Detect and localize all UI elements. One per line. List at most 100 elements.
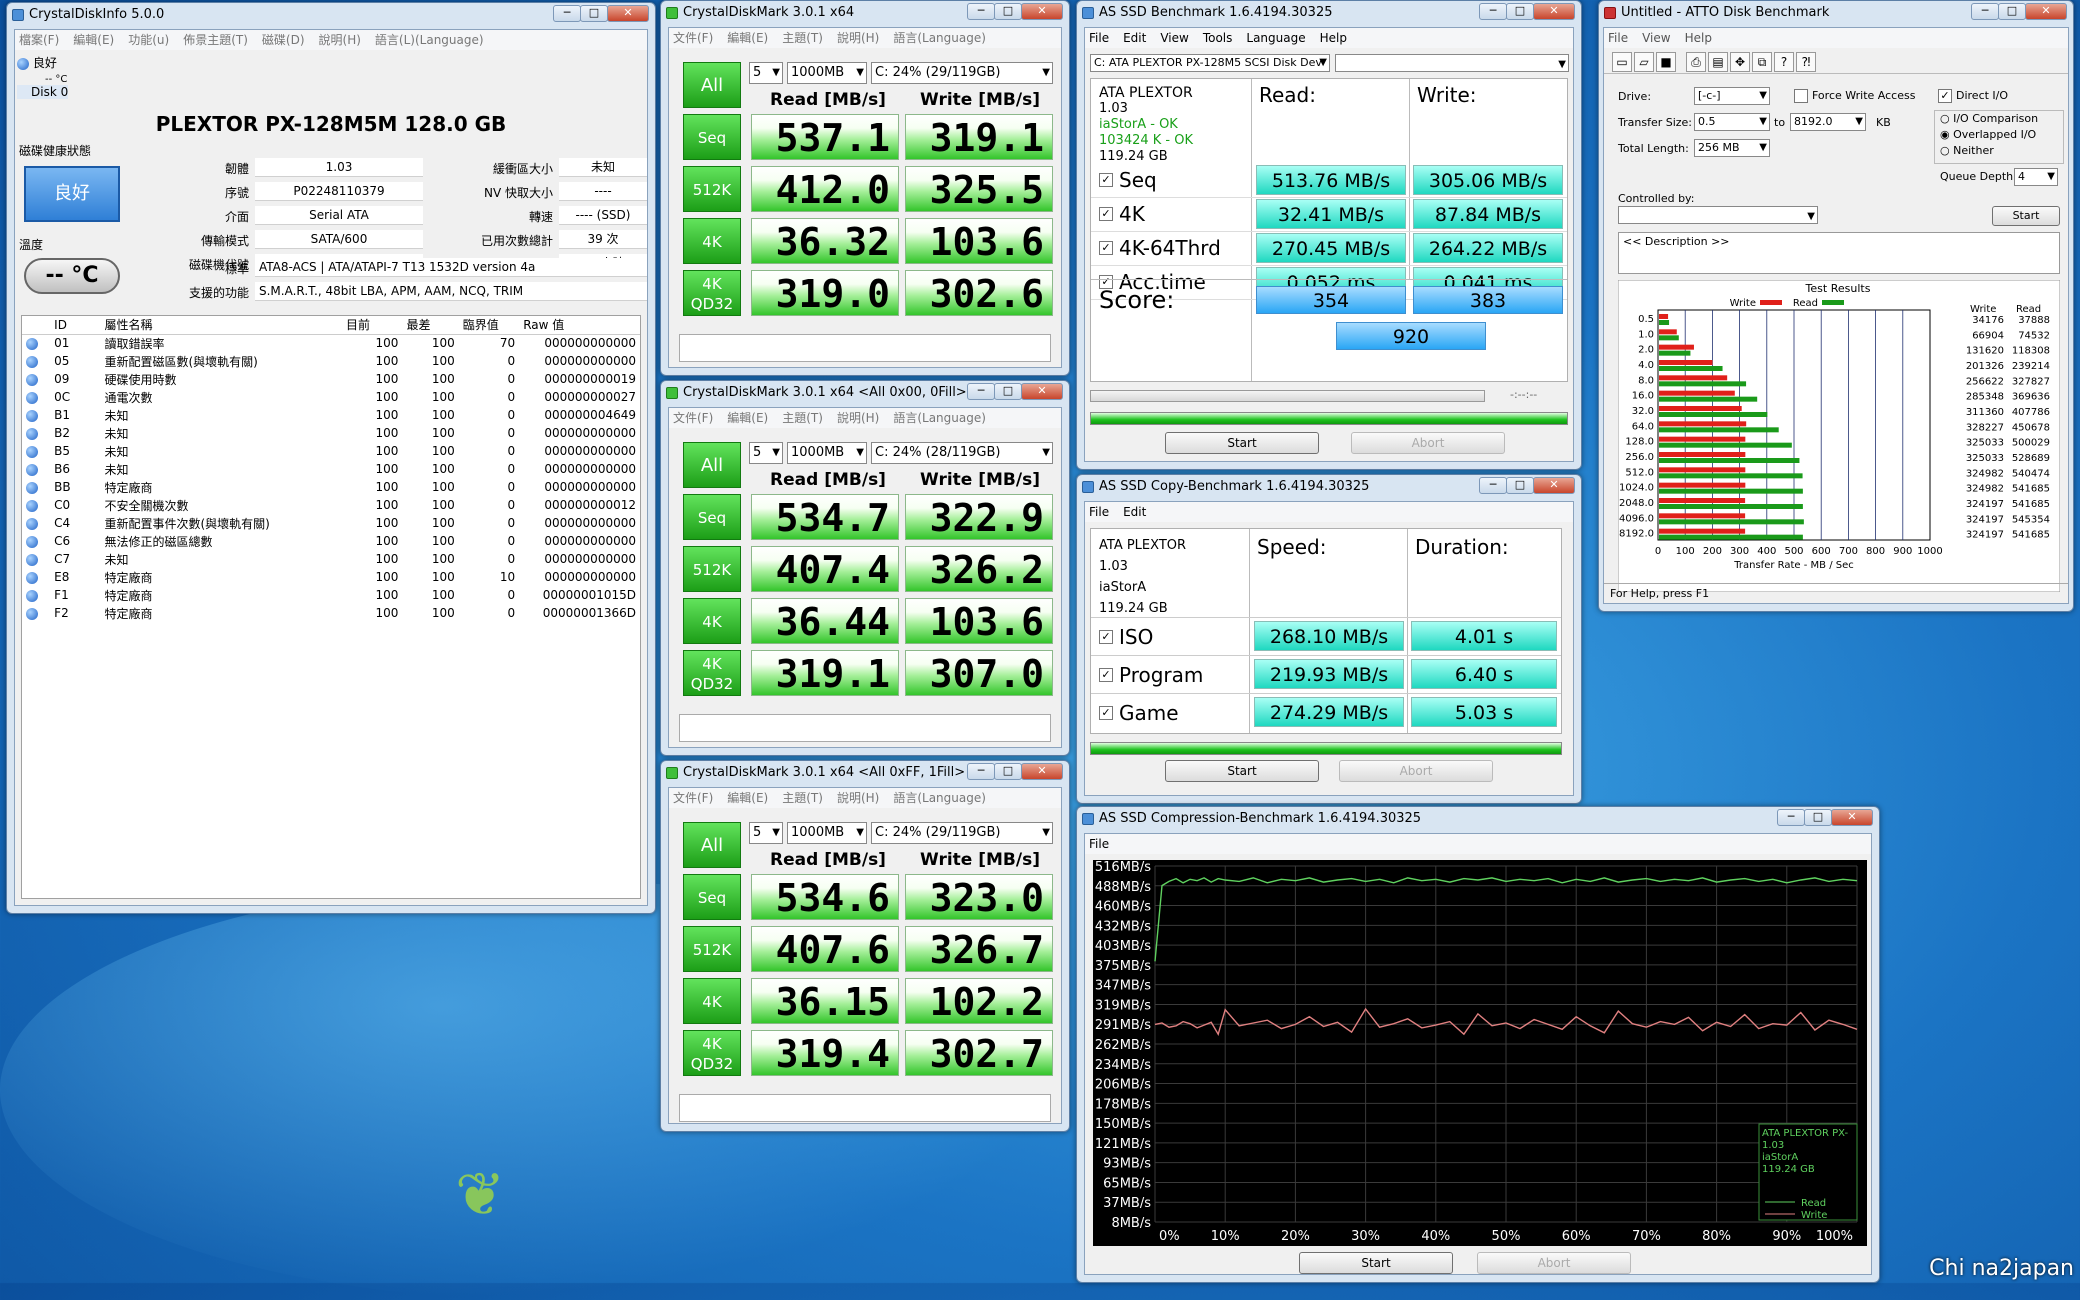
menu-item[interactable]: Help xyxy=(1320,31,1347,45)
direct-io-checkbox[interactable]: ✓ xyxy=(1938,89,1952,103)
move-icon[interactable]: ✥ xyxy=(1730,52,1750,72)
comment-field[interactable] xyxy=(679,1094,1051,1122)
test-size-select[interactable]: 1000MB xyxy=(787,62,867,84)
copy-icon[interactable]: ⧉ xyxy=(1752,52,1772,72)
abort-button[interactable]: Abort xyxy=(1351,432,1505,454)
start-button[interactable]: Start xyxy=(1992,206,2060,226)
disk-selector[interactable]: 良好 -- °C Disk 0 xyxy=(17,54,107,99)
maximize-button[interactable]: □ xyxy=(580,5,608,22)
test-button[interactable]: 512K xyxy=(683,926,741,972)
maximize-button[interactable]: □ xyxy=(994,763,1022,780)
maximize-button[interactable]: □ xyxy=(1506,477,1534,494)
menu-item[interactable]: 文件(F) xyxy=(673,411,713,425)
test-button[interactable]: 4K QD32 xyxy=(683,1030,741,1076)
menu-item[interactable]: Edit xyxy=(1123,505,1146,519)
column-header[interactable]: 屬性名稱 xyxy=(100,316,343,335)
column-header[interactable]: Raw 值 xyxy=(519,316,640,335)
test-count-select[interactable]: 5 xyxy=(749,822,783,844)
column-header[interactable]: 目前 xyxy=(342,316,403,335)
minimize-button[interactable]: ─ xyxy=(1479,3,1507,20)
context-help-icon[interactable]: ⁈ xyxy=(1796,52,1816,72)
all-button[interactable]: All xyxy=(683,62,741,108)
menu-item[interactable]: 說明(H) xyxy=(837,411,879,425)
table-row[interactable]: 0C 通電次數 100 100 0 000000000027 xyxy=(22,388,640,406)
maximize-button[interactable]: □ xyxy=(994,3,1022,20)
maximize-button[interactable]: □ xyxy=(1804,809,1832,826)
transfer-size-to[interactable]: 8192.0 xyxy=(1790,113,1866,131)
neither-radio[interactable]: ○ Neither xyxy=(1940,144,1994,157)
force-write-checkbox[interactable] xyxy=(1794,89,1808,103)
start-button[interactable]: Start xyxy=(1165,432,1319,454)
io-comparison-radio[interactable]: ○ I/O Comparison xyxy=(1940,112,2038,125)
drive-select[interactable]: C: 24% (28/119GB) xyxy=(871,442,1053,464)
drive-select[interactable]: C: 24% (29/119GB) xyxy=(871,822,1053,844)
print-icon[interactable]: ⎙ xyxy=(1686,52,1706,72)
menu-item[interactable]: 語言(Language) xyxy=(893,31,986,45)
test-checkbox[interactable]: ✓ xyxy=(1099,241,1113,255)
help-icon[interactable]: ? xyxy=(1774,52,1794,72)
close-button[interactable]: ✕ xyxy=(1533,3,1575,20)
menu-item[interactable]: File xyxy=(1089,505,1109,519)
start-button[interactable]: Start xyxy=(1299,1252,1453,1274)
table-row[interactable]: F1 特定廠商 100 100 0 00000001015D xyxy=(22,586,640,604)
menu-item[interactable]: File xyxy=(1089,837,1109,851)
total-length-select[interactable]: 256 MB xyxy=(1694,139,1770,157)
column-header[interactable]: 最差 xyxy=(402,316,459,335)
menu-item[interactable]: 語言(Language) xyxy=(893,791,986,805)
maximize-button[interactable]: □ xyxy=(1998,3,2026,20)
menu-item[interactable]: Help xyxy=(1685,31,1712,45)
test-button[interactable]: 4K xyxy=(683,978,741,1024)
test-button[interactable]: 4K xyxy=(683,598,741,644)
test-count-select[interactable]: 5 xyxy=(749,62,783,84)
minimize-button[interactable]: ─ xyxy=(967,3,995,20)
menu-item[interactable]: 說明(H) xyxy=(837,791,879,805)
menu-item[interactable]: 語言(Language) xyxy=(893,411,986,425)
menu-item[interactable]: 文件(F) xyxy=(673,31,713,45)
menu-item[interactable]: 編輯(E) xyxy=(73,33,114,47)
menu-item[interactable]: 主題(T) xyxy=(782,411,823,425)
test-size-select[interactable]: 1000MB xyxy=(787,822,867,844)
menu-item[interactable]: 檔案(F) xyxy=(19,33,59,47)
all-button[interactable]: All xyxy=(683,822,741,868)
menu-item[interactable]: 磁碟(D) xyxy=(262,33,305,47)
menu-item[interactable]: Tools xyxy=(1203,31,1233,45)
minimize-button[interactable]: ─ xyxy=(1479,477,1507,494)
test-button[interactable]: 512K xyxy=(683,546,741,592)
menu-item[interactable]: 說明(H) xyxy=(319,33,361,47)
table-row[interactable]: C7 未知 100 100 0 000000000000 xyxy=(22,550,640,568)
test-checkbox[interactable]: ✓ xyxy=(1099,668,1113,682)
menu-item[interactable]: 文件(F) xyxy=(673,791,713,805)
maximize-button[interactable]: □ xyxy=(1506,3,1534,20)
test-checkbox[interactable]: ✓ xyxy=(1099,173,1113,187)
test-size-select[interactable]: 1000MB xyxy=(787,442,867,464)
queue-depth-select[interactable]: 4 xyxy=(2014,168,2058,186)
close-button[interactable]: ✕ xyxy=(1021,3,1063,20)
drive-select[interactable]: C: 24% (29/119GB) xyxy=(871,62,1053,84)
abort-button[interactable]: Abort xyxy=(1477,1252,1631,1274)
menu-item[interactable]: 說明(H) xyxy=(837,31,879,45)
new-icon[interactable]: ▭ xyxy=(1612,52,1632,72)
column-header[interactable]: 臨界值 xyxy=(458,316,520,335)
maximize-button[interactable]: □ xyxy=(994,383,1022,400)
close-button[interactable]: ✕ xyxy=(1021,383,1063,400)
minimize-button[interactable]: ─ xyxy=(553,5,581,22)
test-button[interactable]: 4K QD32 xyxy=(683,270,741,316)
close-button[interactable]: ✕ xyxy=(1831,809,1873,826)
start-button[interactable]: Start xyxy=(1165,760,1319,782)
close-button[interactable]: ✕ xyxy=(607,5,649,22)
menu-item[interactable]: 語言(L)(Language) xyxy=(375,33,484,47)
description-box[interactable]: << Description >> xyxy=(1618,232,2060,274)
table-row[interactable]: B6 未知 100 100 0 000000000000 xyxy=(22,460,640,478)
test-button[interactable]: Seq xyxy=(683,494,741,540)
menu-item[interactable]: File xyxy=(1089,31,1109,45)
menu-item[interactable]: View xyxy=(1642,31,1670,45)
menu-item[interactable]: View xyxy=(1160,31,1188,45)
test-button[interactable]: Seq xyxy=(683,874,741,920)
menu-item[interactable]: 功能(u) xyxy=(128,33,169,47)
minimize-button[interactable]: ─ xyxy=(967,383,995,400)
table-row[interactable]: C6 無法修正的磁區總數 100 100 0 000000000000 xyxy=(22,532,640,550)
smart-table[interactable]: ID 屬性名稱 目前 最差 臨界值 Raw 值 01 讀取錯誤率 100 100 70 0000000… xyxy=(21,315,641,899)
all-button[interactable]: All xyxy=(683,442,741,488)
menu-item[interactable]: Language xyxy=(1246,31,1305,45)
menu-item[interactable]: 主題(T) xyxy=(782,791,823,805)
